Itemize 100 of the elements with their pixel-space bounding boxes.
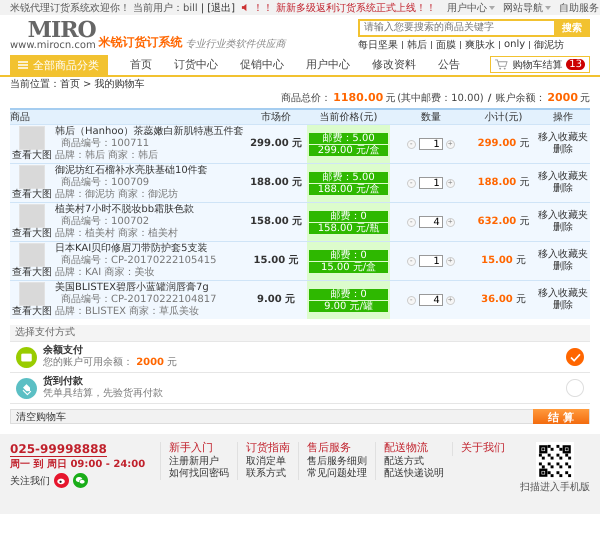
product-brand: 品牌：BLISTEX 商家：草瓜美妆 [55, 306, 200, 318]
row-action-link[interactable]: 移入收藏夹 [538, 288, 588, 300]
decrease-button[interactable]: - [406, 178, 416, 188]
postage-tag: 邮费：0 [308, 288, 388, 300]
footer-link[interactable]: 常见问题处理 [307, 468, 367, 480]
footer-column-title: 售后服务 [307, 442, 352, 454]
column-header: 市场价 [246, 109, 307, 124]
total-amount: 1180.00 [333, 91, 384, 104]
balance-unit: 元 [580, 92, 590, 105]
product-code: 商品编号：CP-20170222104817 [60, 294, 216, 306]
unit-price-tag: 188.00 元/盒 [308, 184, 388, 194]
footer-link[interactable]: 配送方式 [384, 456, 444, 468]
hot-keyword-link[interactable]: 每日坚果 [358, 38, 398, 52]
service-hours: 周一 到 周日 09:00 - 24:00 [10, 458, 146, 471]
cart-button[interactable]: 购物车结算 13 [490, 56, 590, 73]
top-menu-link[interactable]: 自助服务 [559, 0, 600, 14]
nav-tab[interactable]: 订货中心 [174, 55, 218, 75]
row-action-link[interactable]: 删除 [553, 222, 573, 234]
row-action-link[interactable]: 删除 [553, 144, 573, 156]
quantity-field[interactable]: 1 [418, 255, 443, 267]
row-action-link[interactable]: 删除 [553, 300, 573, 312]
quantity-field[interactable]: 1 [418, 138, 443, 150]
row-action-link[interactable]: 移入收藏夹 [538, 249, 588, 261]
footer-column-title: 配送物流 [384, 442, 429, 454]
product-photo-placeholder [19, 165, 45, 189]
product-photo-placeholder [19, 126, 45, 150]
view-large-link[interactable]: 查看大图 [12, 189, 52, 201]
quantity-field[interactable]: 4 [418, 216, 443, 228]
footer-link[interactable]: 注册新用户 [169, 456, 229, 468]
clear-cart-link[interactable]: 清空购物车 [16, 410, 66, 424]
footer-link[interactable]: 售后服务细则 [307, 456, 367, 468]
slogan-text: 专业行业类软件供应商 [186, 38, 286, 51]
nav-tab[interactable]: 首页 [130, 55, 152, 75]
footer-link[interactable]: 如何找回密码 [169, 468, 229, 480]
product-brand: 品牌：御泥坊 商家：御泥坊 [55, 189, 180, 201]
nav-tab[interactable]: 修改资料 [372, 55, 416, 75]
nav-tab[interactable]: 用户中心 [306, 55, 350, 75]
breadcrumb-link[interactable]: 当前位置：首页 [10, 77, 80, 91]
row-action-link[interactable]: 移入收藏夹 [538, 132, 588, 144]
product-code: 商品编号：100709 [60, 177, 150, 188]
footer-link[interactable]: 取消定单 [246, 456, 290, 468]
product-name: 御泥坊红石榴补水亮肤基础10件套 [55, 165, 208, 176]
market-price: 188.00 元 [250, 177, 302, 188]
subtotal-amount: 299.00 [478, 138, 516, 149]
phone-number: 025-99998888 [10, 442, 107, 457]
view-large-link[interactable]: 查看大图 [12, 228, 52, 240]
hot-keyword-link[interactable]: 韩后 [407, 38, 427, 52]
row-action-link[interactable]: 移入收藏夹 [538, 210, 588, 222]
subtotal-amount: 15.00 [481, 255, 513, 266]
product-brand: 品牌：KAI 商家：美妆 [55, 267, 156, 279]
postage-tag: 邮费：5.00 [308, 132, 388, 144]
current-user-text: 当前用户：bill [133, 2, 198, 14]
postage-tag: 邮费：0 [308, 210, 388, 222]
follow-us-label: 关注我们 [10, 474, 50, 488]
payment-radio[interactable] [566, 348, 584, 366]
hot-keyword-link[interactable]: 御泥坊 [534, 38, 564, 52]
product-photo-placeholder [19, 204, 45, 228]
breadcrumb-current: 我的购物车 [94, 78, 144, 91]
hot-keyword-link[interactable]: 爽肤水 [465, 38, 495, 52]
product-code: 商品编号：100702 [60, 216, 150, 228]
top-menu-link[interactable]: 用户中心 [447, 0, 496, 14]
unit-price-tag: 9.00 元/罐 [308, 300, 388, 312]
column-header: 当前价格(元) [306, 109, 390, 124]
view-large-link[interactable]: 查看大图 [12, 150, 52, 162]
search-field[interactable]: 请输入您要搜索的商品关键字 [358, 18, 554, 36]
row-action-link[interactable]: 删除 [553, 183, 573, 195]
footer-column-title: 订货指南 [246, 442, 290, 454]
cart-icon [495, 59, 508, 70]
hot-keyword-link[interactable]: only [504, 39, 526, 50]
logo-text: MIRO [28, 19, 96, 41]
top-menu-link[interactable]: 网站导航 [503, 0, 552, 14]
unit-price-tag: 299.00 元/盒 [308, 144, 388, 156]
weibo-icon[interactable] [54, 473, 69, 488]
quantity-field[interactable]: 1 [418, 177, 443, 189]
logout-link[interactable]: | [退出] [200, 0, 236, 14]
view-large-link[interactable]: 查看大图 [12, 267, 52, 279]
nav-tab[interactable]: 公告 [438, 55, 460, 75]
hot-keyword-link[interactable]: 面膜 [436, 38, 456, 52]
view-large-link[interactable]: 查看大图 [12, 306, 52, 318]
quantity-field[interactable]: 4 [418, 294, 443, 306]
footer-link[interactable]: 配送快递说明 [384, 468, 444, 480]
total-unit: 元 [385, 92, 396, 105]
wechat-icon[interactable] [73, 473, 88, 488]
nav-tab[interactable]: 促销中心 [240, 55, 284, 75]
product-name: 日本KAI贝印修眉刀带防护套5支装 [55, 243, 209, 254]
product-name: 美国BLISTEX碧唇小蓝罐润唇膏7g [55, 282, 210, 294]
subtotal-amount: 36.00 [481, 294, 513, 305]
decrease-button[interactable]: - [406, 256, 416, 266]
decrease-button[interactable]: - [406, 218, 416, 226]
product-brand: 品牌：韩后 商家：韩后 [55, 150, 160, 162]
footer-link[interactable]: 联系方式 [246, 468, 290, 480]
row-action-link[interactable]: 删除 [553, 261, 573, 273]
payment-method-description: 您的账户可用余额： [43, 357, 133, 368]
decrease-button[interactable]: - [406, 140, 416, 148]
logo-url: www.mirocn.com [10, 41, 96, 51]
welcome-text: 米锐代理订货系统欢迎你！ [10, 2, 130, 14]
decrease-button[interactable]: - [406, 296, 416, 304]
row-action-link[interactable]: 移入收藏夹 [538, 171, 588, 183]
payment-method-name: 货到付款 [43, 376, 84, 388]
qr-caption: 扫描进入手机版 [520, 480, 590, 494]
